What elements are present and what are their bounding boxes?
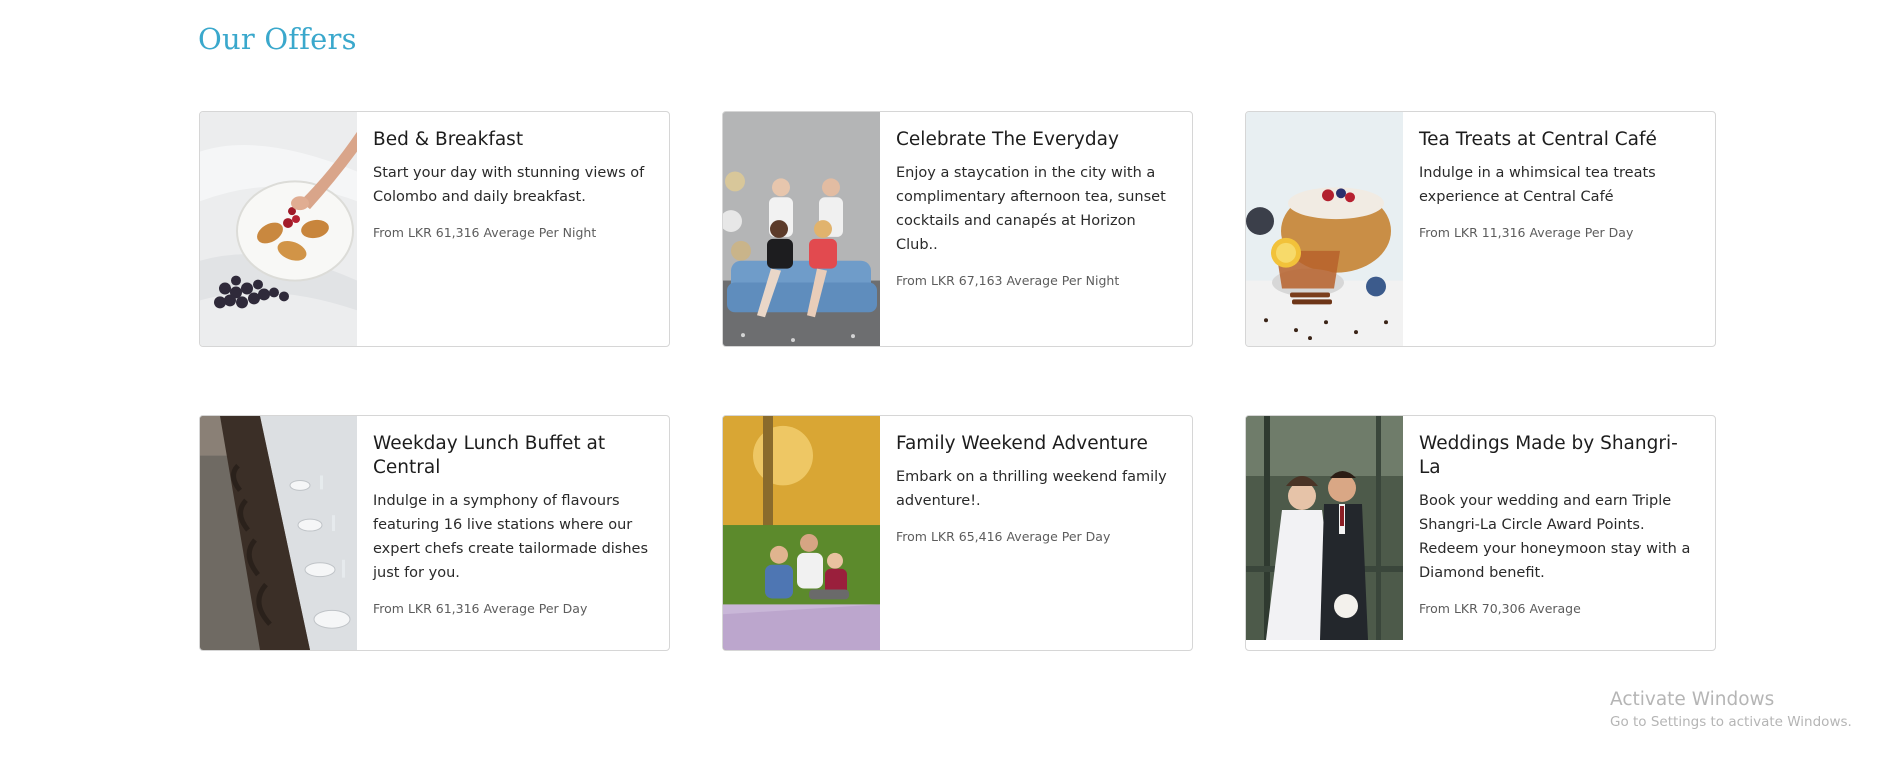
offer-title[interactable]: Weekday Lunch Buffet at Central — [373, 432, 653, 480]
offer-title[interactable]: Tea Treats at Central Café — [1419, 128, 1699, 152]
offer-card-weddings[interactable]: Weddings Made by Shangri-La Book your we… — [1245, 415, 1716, 651]
wedding-couple-photo — [1246, 416, 1403, 640]
watermark-subtitle: Go to Settings to activate Windows. — [1610, 714, 1852, 730]
offer-body: Weekday Lunch Buffet at Central Indulge … — [373, 432, 653, 618]
offer-body: Weddings Made by Shangri-La Book your we… — [1419, 432, 1699, 618]
offer-price: From LKR 11,316 Average Per Day — [1419, 225, 1634, 240]
tea-cake-photo — [1246, 112, 1403, 346]
offer-card-bed-breakfast[interactable]: Bed & Breakfast Start your day with stun… — [199, 111, 670, 347]
offer-description: Book your wedding and earn Triple Shangr… — [1419, 493, 1691, 581]
section-title: Our Offers — [198, 22, 357, 56]
offer-card-lunch-buffet[interactable]: Weekday Lunch Buffet at Central Indulge … — [199, 415, 670, 651]
offer-description: Embark on a thrilling weekend family adv… — [896, 469, 1167, 509]
activate-windows-watermark: Activate Windows Go to Settings to activ… — [1610, 688, 1852, 732]
offer-body: Family Weekend Adventure Embark on a thr… — [896, 432, 1176, 546]
offer-image-lunch-buffet[interactable] — [200, 416, 357, 650]
offer-description: Indulge in a symphony of flavours featur… — [373, 493, 649, 581]
offer-description: Indulge in a whimsical tea treats experi… — [1419, 165, 1656, 205]
offer-description: Enjoy a staycation in the city with a co… — [896, 165, 1166, 253]
offer-price: From LKR 70,306 Average — [1419, 601, 1581, 616]
offer-image-celebrate-everyday[interactable] — [723, 112, 880, 346]
offer-image-tea-treats[interactable] — [1246, 112, 1403, 346]
offer-image-family-weekend[interactable] — [723, 416, 880, 650]
party-photo — [723, 112, 880, 346]
offer-card-tea-treats[interactable]: Tea Treats at Central Café Indulge in a … — [1245, 111, 1716, 347]
offer-card-family-weekend[interactable]: Family Weekend Adventure Embark on a thr… — [722, 415, 1193, 651]
offer-price: From LKR 61,316 Average Per Day — [373, 601, 588, 616]
offer-body: Celebrate The Everyday Enjoy a staycatio… — [896, 128, 1176, 290]
offer-price: From LKR 65,416 Average Per Day — [896, 529, 1111, 544]
offer-description: Start your day with stunning views of Co… — [373, 165, 645, 205]
offer-image-bed-breakfast[interactable] — [200, 112, 357, 346]
offer-card-celebrate-everyday[interactable]: Celebrate The Everyday Enjoy a staycatio… — [722, 111, 1193, 347]
offer-body: Bed & Breakfast Start your day with stun… — [373, 128, 653, 242]
offer-body: Tea Treats at Central Café Indulge in a … — [1419, 128, 1699, 242]
breakfast-photo — [200, 112, 357, 346]
offer-title[interactable]: Bed & Breakfast — [373, 128, 653, 152]
offer-image-weddings[interactable] — [1246, 416, 1403, 640]
family-picnic-photo — [723, 416, 880, 650]
offer-title[interactable]: Celebrate The Everyday — [896, 128, 1176, 152]
watermark-title: Activate Windows — [1610, 689, 1775, 710]
offer-price: From LKR 61,316 Average Per Night — [373, 225, 597, 240]
offer-title[interactable]: Weddings Made by Shangri-La — [1419, 432, 1699, 480]
dining-table-photo — [200, 416, 357, 650]
offer-price: From LKR 67,163 Average Per Night — [896, 273, 1120, 288]
offer-title[interactable]: Family Weekend Adventure — [896, 432, 1176, 456]
